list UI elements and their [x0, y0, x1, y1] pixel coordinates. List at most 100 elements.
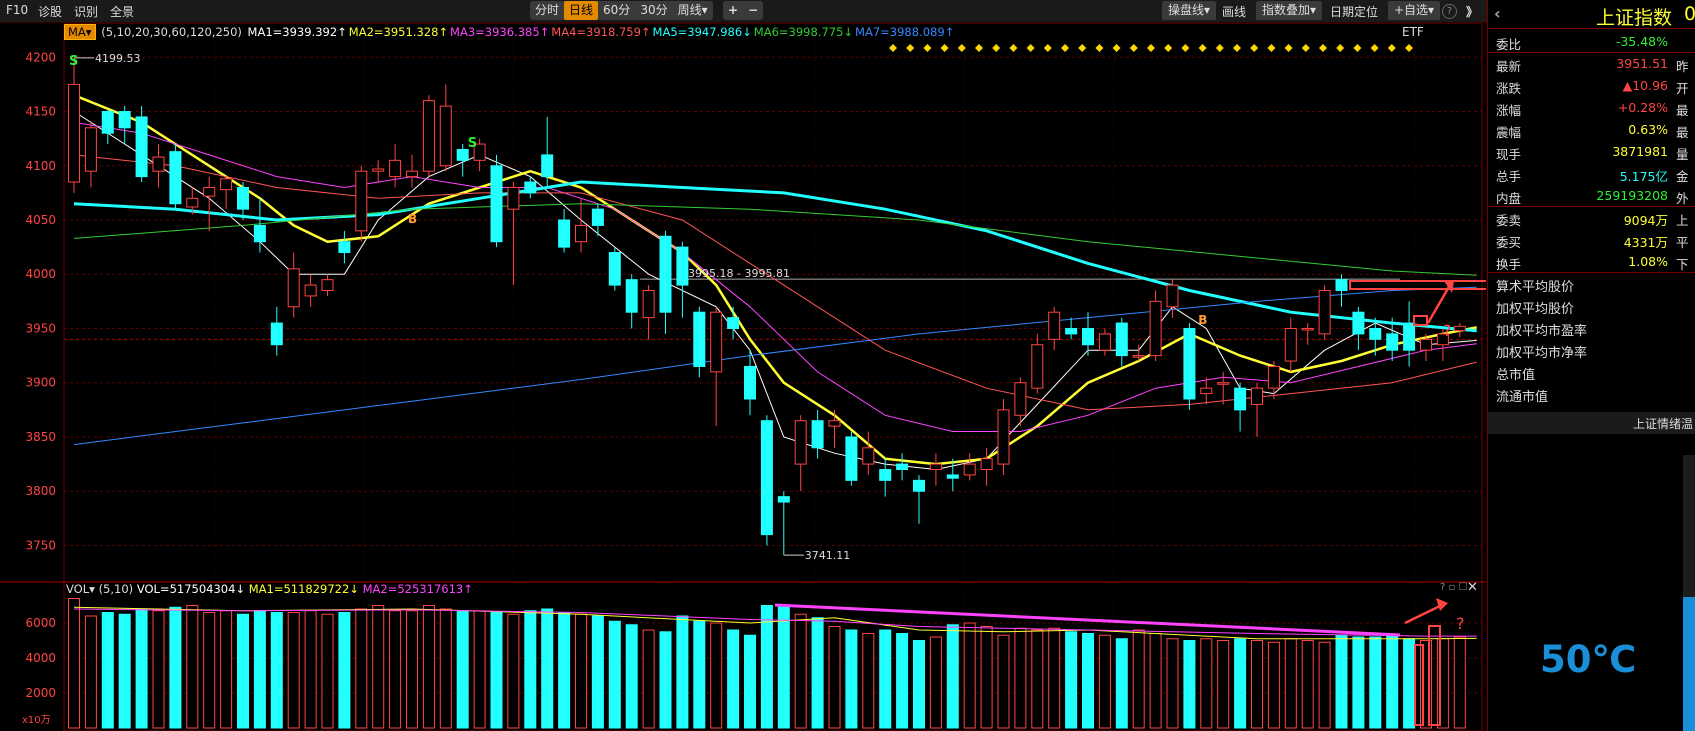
zoom-in-button[interactable]: + — [723, 1, 743, 20]
tab-30min[interactable]: 30分 — [635, 1, 672, 20]
stat-row-1[interactable]: 加权平均股价 — [1488, 295, 1695, 317]
quote-label: 内盘 — [1496, 191, 1522, 206]
volume-bar — [913, 640, 925, 729]
candle — [135, 106, 148, 183]
quote-panel: ‹ 上证指数 0 委比 -35.48% 最新 3951.51 昨涨跌 ▲10.96 开涨幅 +… — [1487, 0, 1695, 731]
stat-row-3[interactable]: 加权平均市净率 — [1488, 339, 1695, 361]
stat-label: 总市值 — [1496, 368, 1536, 383]
ma-value-3: MA3=3936.385↑ — [450, 25, 550, 39]
volume-bar — [980, 626, 993, 729]
candle — [270, 306, 283, 356]
volume-bar — [135, 608, 148, 729]
etf-label[interactable]: ETF — [1402, 25, 1424, 39]
price-question-mark: ? — [1443, 321, 1452, 340]
volume-bar — [389, 610, 402, 729]
signal-diamond — [1009, 44, 1018, 52]
candle — [845, 431, 858, 486]
volume-bar — [845, 629, 858, 729]
tab-weekly[interactable]: 周线▾ — [673, 1, 713, 20]
candle-body — [811, 420, 824, 449]
vol-window-controls-icon[interactable]: ? ▫ ☐ — [1440, 582, 1467, 593]
volume-bar — [541, 608, 554, 729]
signal-diamond — [1336, 44, 1345, 52]
vol-params: (5,10) — [98, 582, 134, 596]
index-overlay-button[interactable]: 指数叠加▾ — [1256, 1, 1323, 20]
volume-bar — [287, 612, 300, 729]
period-selector: 分时 日线 60分 30分 周线▾ — [530, 1, 713, 20]
candle-body — [220, 178, 233, 191]
candle-body — [845, 436, 858, 481]
tab-intraday[interactable]: 分时 — [530, 1, 564, 20]
price-tick-label: 3750 — [25, 538, 56, 552]
volume-bars — [68, 598, 1466, 729]
ma-value-7: MA7=3988.089↑ — [855, 25, 955, 39]
f10-button[interactable]: F10 — [6, 3, 28, 17]
signal-diamond — [923, 44, 932, 52]
candle — [828, 409, 841, 448]
candle — [1301, 323, 1314, 345]
candle-body — [1251, 387, 1263, 405]
candle-body — [862, 447, 875, 465]
back-arrow-icon[interactable]: ‹ — [1494, 4, 1501, 23]
volume-bar — [710, 622, 723, 729]
signal-diamond — [940, 44, 949, 52]
quote-value: 259193208 — [1596, 188, 1668, 203]
quote-value: 4331万 — [1623, 235, 1668, 250]
volume-bar — [422, 605, 435, 729]
volume-bar — [1234, 638, 1247, 729]
candle — [220, 176, 233, 210]
quote-value: 3871981 — [1612, 144, 1668, 159]
vol-selector[interactable]: VOL▾ — [66, 582, 95, 596]
quote-row-b-0: 最新 3951.51 昨 — [1488, 53, 1695, 75]
candle — [1065, 317, 1078, 340]
candle — [862, 431, 875, 475]
candle-body — [929, 463, 942, 471]
close-icon[interactable]: ✕ — [1467, 580, 1478, 595]
quote-label: 委买 — [1496, 235, 1522, 250]
add-watchlist-button[interactable]: +自选▾ — [1388, 1, 1441, 20]
buy-signal: B — [408, 212, 417, 226]
collapse-panel-icon[interactable]: 》 — [1466, 3, 1478, 20]
volume-bar — [608, 620, 621, 729]
volume-bar — [152, 610, 165, 729]
stat-label: 加权平均股价 — [1496, 302, 1575, 317]
stat-label: 流通市值 — [1496, 390, 1549, 405]
candle — [152, 144, 165, 188]
volume-bar — [946, 624, 959, 729]
candle — [1200, 377, 1213, 405]
signal-diamond — [1301, 44, 1310, 52]
sell-signal: S — [69, 54, 78, 69]
volume-bar — [304, 610, 317, 729]
stat-row-0[interactable]: 算术平均股价 — [1488, 273, 1695, 295]
index-code-fragment: 0 — [1684, 3, 1695, 25]
tab-60min[interactable]: 60分 — [598, 1, 635, 20]
trading-line-button[interactable]: 操盘线▾ — [1162, 1, 1217, 20]
stat-row-5[interactable]: 流通市值 — [1488, 383, 1695, 405]
date-locate-button[interactable]: 日期定位 — [1330, 3, 1378, 20]
candlestick-chart[interactable]: 4199.53 3741.11 3995.18 - 3995.81 S S B B?? 37… — [0, 23, 1486, 731]
candle-body — [828, 420, 841, 427]
volume-bar — [1217, 640, 1230, 729]
signal-diamond — [1215, 44, 1224, 52]
tab-daily[interactable]: 日线 — [564, 1, 599, 20]
index-name: 上证指数 — [1596, 7, 1673, 29]
candle-body — [456, 148, 469, 161]
diagnose-stock-button[interactable]: 诊股 — [38, 3, 62, 20]
panorama-button[interactable]: 全景 — [110, 3, 134, 20]
ma-line-ma6 — [73, 203, 1477, 276]
volume-bar — [929, 636, 942, 729]
help-icon[interactable]: ? — [1442, 4, 1457, 19]
quote-label: 总手 — [1496, 169, 1522, 184]
draw-line-button[interactable]: 画线 — [1222, 3, 1246, 20]
stat-row-4[interactable]: 总市值 — [1488, 361, 1695, 383]
candle-body — [558, 219, 571, 248]
zoom-out-button[interactable]: − — [743, 1, 763, 20]
stat-row-2[interactable]: 加权平均市盈率 — [1488, 317, 1695, 339]
quote-row-b-6: 内盘 259193208 外 — [1488, 185, 1695, 207]
ma-selector[interactable]: MA▾ — [64, 24, 96, 40]
candle — [84, 122, 97, 188]
identify-button[interactable]: 识别 — [74, 3, 98, 20]
top-toolbar: F10 诊股 识别 全景 分时 日线 60分 30分 周线▾ + − 操盘线▾ 画线 指数… — [0, 0, 1695, 23]
volume-bar — [473, 610, 486, 729]
candle — [693, 306, 706, 378]
